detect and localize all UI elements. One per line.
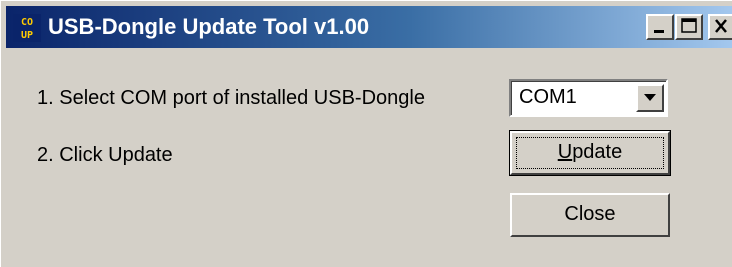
close-window-button[interactable] [708, 14, 732, 40]
svg-text:CO: CO [21, 17, 33, 28]
title-bar[interactable]: CO UP USB-Dongle Update Tool v1.00 [6, 6, 732, 48]
com-port-select[interactable]: COM1 [509, 79, 668, 117]
close-button[interactable]: Close [510, 193, 670, 237]
maximize-button[interactable] [675, 14, 703, 40]
minimize-button[interactable] [646, 14, 674, 40]
maximize-icon [681, 18, 697, 33]
dialog-window: CO UP USB-Dongle Update Tool v1.00 1. Se… [0, 0, 732, 267]
step1-label: 1. Select COM port of installed USB-Dong… [37, 87, 425, 109]
update-label-rest: pdate [572, 141, 623, 163]
step2-label: 2. Click Update [37, 144, 173, 166]
window-title: USB-Dongle Update Tool v1.00 [48, 14, 370, 39]
app-icon: CO UP [13, 14, 41, 42]
minimize-icon [654, 30, 664, 33]
dropdown-button[interactable] [636, 84, 664, 112]
chevron-down-icon [644, 94, 656, 101]
svg-text:UP: UP [21, 30, 33, 41]
update-accelerator: U [557, 141, 573, 163]
close-x-icon [715, 19, 727, 33]
update-button[interactable]: Update [509, 130, 671, 176]
com-port-value: COM1 [519, 86, 577, 108]
